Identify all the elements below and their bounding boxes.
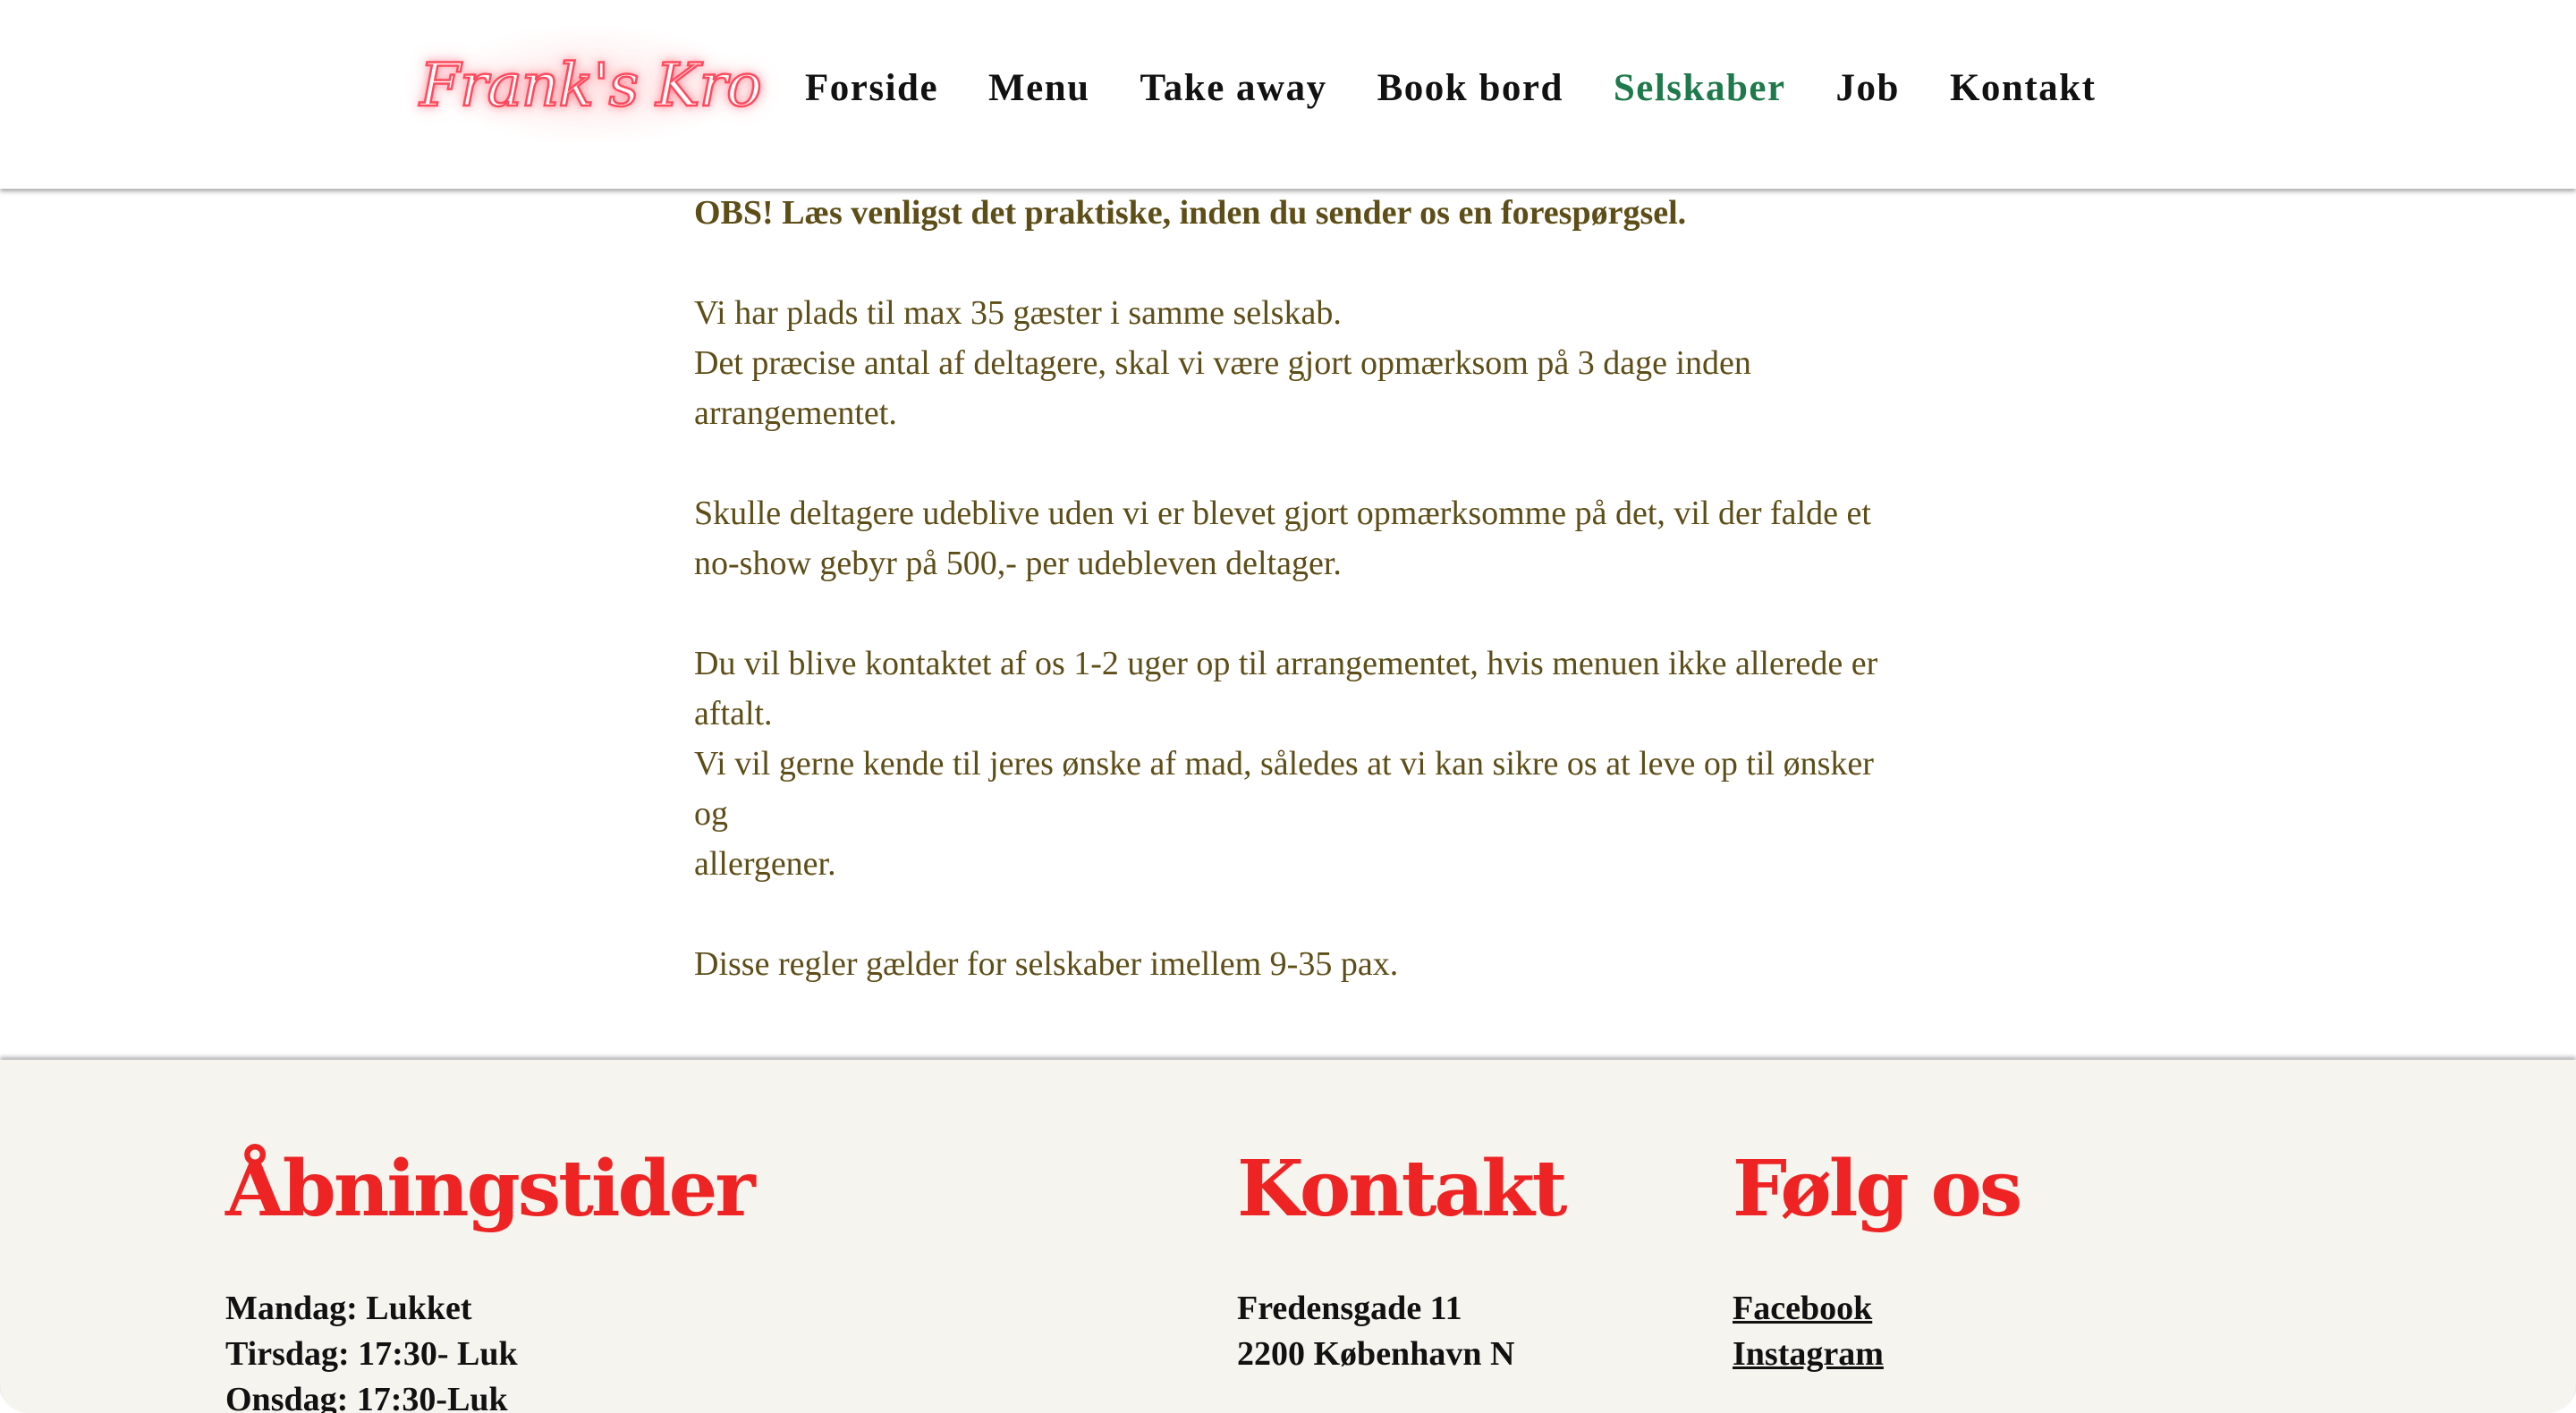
- attendee-count-text-line-2: arrangementet.: [694, 394, 897, 432]
- main-nav: Forside Menu Take away Book bord Selskab…: [805, 54, 2096, 122]
- hours-tuesday: Tirsdag: 17:30- Luk: [225, 1335, 518, 1373]
- nav-item-forside[interactable]: Forside: [805, 66, 938, 110]
- social-links: Facebook Instagram: [1733, 1286, 1884, 1377]
- notice-heading: OBS! Læs venligst det praktiske, inden d…: [694, 194, 1687, 232]
- franks-kro-logo[interactable]: Frank's Kro: [419, 27, 763, 143]
- contact-address: Fredensgade 11 2200 København N: [1237, 1286, 1514, 1377]
- food-wishes-text-line-2: allergener.: [694, 845, 836, 883]
- attendee-count-text-line-1: Det præcise antal af deltagere, skal vi …: [694, 344, 1751, 382]
- capacity-text: Vi har plads til max 35 gæster i samme s…: [694, 294, 1342, 332]
- nav-item-menu[interactable]: Menu: [988, 66, 1090, 110]
- nav-item-kontakt[interactable]: Kontakt: [1950, 66, 2096, 110]
- food-wishes-text-line-1: Vi vil gerne kende til jeres ønske af ma…: [694, 745, 1874, 833]
- site-footer: Åbningstider Mandag: Lukket Tirsdag: 17:…: [0, 1060, 2576, 1413]
- opening-hours-list: Mandag: Lukket Tirsdag: 17:30- Luk Onsda…: [225, 1286, 518, 1413]
- nav-item-take-away[interactable]: Take away: [1140, 66, 1327, 110]
- follow-us-heading: Følg os: [1733, 1144, 2022, 1234]
- nav-item-book-bord[interactable]: Book bord: [1377, 66, 1563, 110]
- address-city: 2200 København N: [1237, 1335, 1515, 1373]
- contact-heading: Kontakt: [1237, 1144, 1568, 1234]
- address-street: Fredensgade 11: [1237, 1290, 1462, 1327]
- party-rules-content: OBS! Læs venligst det praktiske, inden d…: [694, 188, 1893, 989]
- facebook-link[interactable]: Facebook: [1733, 1286, 1884, 1332]
- contact-timing-text-line-2: aftalt.: [694, 695, 773, 732]
- logo-text: Frank's Kro: [419, 49, 763, 121]
- nav-item-selskaber[interactable]: Selskaber: [1614, 66, 1786, 110]
- hours-wednesday: Onsdag: 17:30-Luk: [225, 1381, 508, 1413]
- no-show-text-line-2: no-show gebyr på 500,- per udebleven del…: [694, 545, 1342, 582]
- hours-monday: Mandag: Lukket: [225, 1290, 472, 1327]
- instagram-link[interactable]: Instagram: [1733, 1332, 1884, 1377]
- no-show-text-line-1: Skulle deltagere udeblive uden vi er ble…: [694, 495, 1871, 532]
- party-size-rule-text: Disse regler gælder for selskaber imelle…: [694, 945, 1399, 983]
- nav-item-job[interactable]: Job: [1836, 66, 1900, 110]
- opening-hours-heading: Åbningstider: [225, 1144, 756, 1234]
- contact-timing-text-line-1: Du vil blive kontaktet af os 1-2 uger op…: [694, 645, 1878, 682]
- site-header: Frank's Kro Forside Menu Take away Book …: [0, 0, 2576, 189]
